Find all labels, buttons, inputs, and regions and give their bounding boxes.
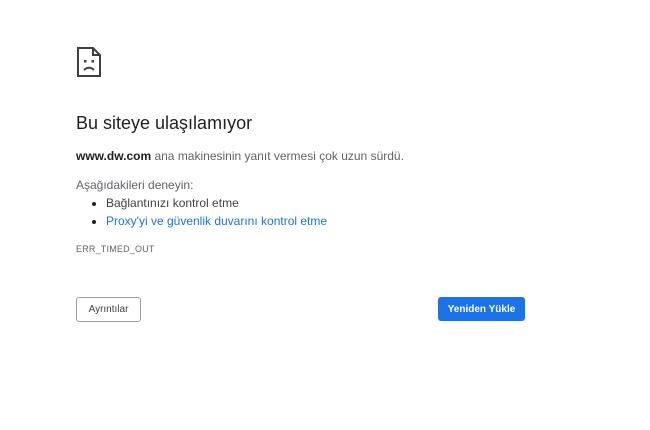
suggestion-check-proxy-link[interactable]: Proxy'yi ve güvenlik duvarını kontrol et… [106,214,327,228]
error-message: ana makinesinin yanıt vermesi çok uzun s… [151,149,404,163]
suggestions-list: Bağlantınızı kontrol etme Proxy'yi ve gü… [76,196,327,232]
suggestion-item: Proxy'yi ve güvenlik duvarını kontrol et… [76,214,327,232]
suggestion-check-connection: Bağlantınızı kontrol etme [106,196,239,210]
suggestions-heading: Aşağıdakileri deneyin: [76,178,194,192]
details-button[interactable]: Ayrıntılar [76,297,141,322]
reload-button[interactable]: Yeniden Yükle [438,297,525,321]
bullet-icon [92,220,96,224]
suggestion-item: Bağlantınızı kontrol etme [76,196,327,214]
error-summary: www.dw.com ana makinesinin yanıt vermesi… [76,149,404,163]
bullet-icon [92,202,96,206]
page-title: Bu siteye ulaşılamıyor [76,113,253,133]
error-code: ERR_TIMED_OUT [76,244,155,254]
sad-page-icon [76,46,102,78]
error-host: www.dw.com [76,149,152,163]
error-page: Bu siteye ulaşılamıyor www.dw.com ana ma… [0,0,650,430]
